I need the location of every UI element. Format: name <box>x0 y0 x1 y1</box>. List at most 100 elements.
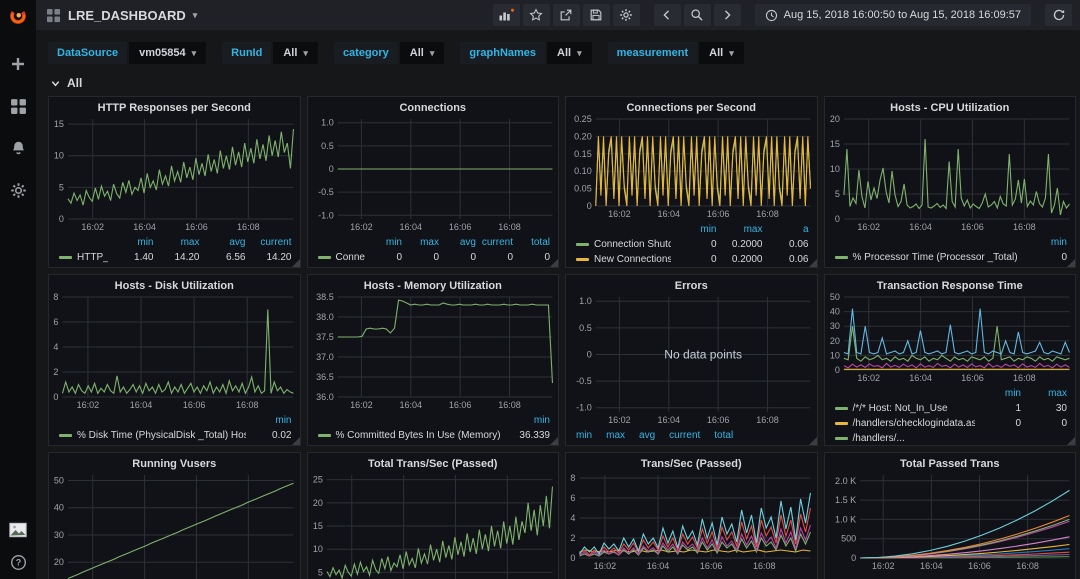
panel-plot[interactable]: 0246816:0216:0416:0616:08 <box>49 293 300 412</box>
star-button[interactable] <box>523 4 550 26</box>
svg-text:30: 30 <box>829 321 839 331</box>
legend-series-toggle[interactable]: /handlers/... <box>835 433 976 444</box>
legend-series-toggle[interactable]: New Connections Host: Not_In_Use <box>576 254 671 265</box>
panel-title[interactable]: Hosts - CPU Utilization <box>825 97 1076 115</box>
svg-text:10: 10 <box>54 151 64 161</box>
sidebar-configuration-button[interactable] <box>9 181 27 199</box>
sidebar-create-button[interactable] <box>9 55 27 73</box>
filter-value-dropdown[interactable]: All▾ <box>547 42 592 64</box>
legend-series-toggle[interactable]: % Disk Time (PhysicalDisk _Total) Host: … <box>59 430 246 441</box>
panel-title[interactable]: Hosts - Disk Utilization <box>49 275 300 293</box>
svg-text:4: 4 <box>53 342 58 352</box>
help-icon: ? <box>10 554 27 571</box>
svg-text:16:06: 16:06 <box>968 561 991 571</box>
save-button[interactable] <box>583 4 610 26</box>
filter-value-dropdown[interactable]: All▾ <box>400 42 445 64</box>
panel-title[interactable]: Total Passed Trans <box>825 453 1076 471</box>
panel-plot[interactable]: 36.036.537.037.538.038.516:0216:0416:061… <box>308 293 559 412</box>
magnifier-icon <box>690 8 704 22</box>
filter-graphnames: graphNamesAll▾ <box>460 42 591 64</box>
svg-text:16:08: 16:08 <box>756 415 779 425</box>
sidebar-help-button[interactable]: ? <box>9 553 27 571</box>
sidebar-alerting-button[interactable] <box>9 139 27 157</box>
time-forward-button[interactable] <box>714 4 741 26</box>
legend-series-toggle[interactable]: Connections Host: Not_In_Use <box>318 252 366 263</box>
panel-resize-handle[interactable] <box>550 259 558 267</box>
svg-text:16:02: 16:02 <box>81 222 104 232</box>
add-panel-button[interactable] <box>493 4 520 26</box>
svg-text:-1.0: -1.0 <box>576 403 592 413</box>
legend-column-header: min <box>576 430 592 441</box>
panel-plot[interactable]: 2030405016:0216:0416:0616:08 <box>49 471 300 579</box>
panel-resize-handle[interactable] <box>1067 259 1075 267</box>
share-button[interactable] <box>553 4 580 26</box>
panel-plot[interactable]: 0102030405016:0216:0416:0616:08 <box>825 293 1076 385</box>
legend-column-header: a <box>763 224 809 235</box>
grafana-logo[interactable] <box>9 7 27 25</box>
panel-title[interactable]: Trans/Sec (Passed) <box>566 453 817 471</box>
legend-series-toggle[interactable]: Connection Shutdowns Host: Not_In_Use <box>576 239 671 250</box>
panel-plot[interactable]: 05101516:0216:0416:0616:08 <box>49 115 300 234</box>
panel-plot[interactable]: 00.050.100.150.200.2516:0216:0416:0616:0… <box>566 115 817 221</box>
panel-title[interactable]: Connections per Second <box>566 97 817 115</box>
filter-value-text: All <box>283 47 297 59</box>
legend-row: % Committed Bytes In Use (Memory) Host: … <box>318 428 551 443</box>
panel-plot[interactable]: 1.00.50-0.5-1.016:0216:0416:0616:08No da… <box>566 293 817 427</box>
panel-grid: HTTP Responses per Second05101516:0216:0… <box>48 96 1076 579</box>
panel-title[interactable]: Errors <box>566 275 817 293</box>
legend-series-toggle[interactable]: /handlers/checklogindata.ashx Host: Not_… <box>835 418 976 429</box>
legend-column-header: min <box>365 237 402 248</box>
svg-text:10: 10 <box>829 164 839 174</box>
filter-value-dropdown[interactable]: vm05854▾ <box>129 42 206 64</box>
time-range-picker[interactable]: Aug 15, 2018 16:00:50 to Aug 15, 2018 16… <box>755 4 1031 26</box>
time-back-button[interactable] <box>654 4 681 26</box>
dashboard-title-button[interactable]: LRE_DASHBOARD ▾ <box>46 8 197 23</box>
svg-text:1.0: 1.0 <box>579 296 592 306</box>
legend-series-toggle[interactable]: /*/* Host: Not_In_Use <box>835 403 976 414</box>
panel-title[interactable]: Connections <box>308 97 559 115</box>
sidebar-dashboards-button[interactable] <box>9 97 27 115</box>
legend-series-toggle[interactable]: HTTP_200 Host: Not_In_Use <box>59 252 108 263</box>
panel-resize-handle[interactable] <box>550 437 558 445</box>
panel-title[interactable]: Transaction Response Time <box>825 275 1076 293</box>
panel-resize-handle[interactable] <box>809 259 817 267</box>
panel-title[interactable]: Hosts - Memory Utilization <box>308 275 559 293</box>
panel-plot[interactable]: 1.00.50-0.5-1.016:0216:0416:0616:08 <box>308 115 559 234</box>
svg-text:50: 50 <box>54 475 64 485</box>
legend-column-header: avg <box>200 237 246 248</box>
filter-value-dropdown[interactable]: All▾ <box>699 42 744 64</box>
legend-row: New Connections Host: Not_In_Use00.20000… <box>576 252 809 267</box>
filter-value-text: vm05854 <box>139 47 186 59</box>
panel-resize-handle[interactable] <box>809 437 817 445</box>
panel-resize-handle[interactable] <box>1067 437 1075 445</box>
refresh-icon <box>1052 8 1066 22</box>
legend-series-toggle[interactable]: % Committed Bytes In Use (Memory) Host: … <box>318 430 505 441</box>
panel-plot[interactable]: 51015202516:0216:0416:0616:08 <box>308 471 559 579</box>
svg-text:16:08: 16:08 <box>498 400 521 410</box>
sidebar-avatar-button[interactable] <box>9 521 27 539</box>
image-icon <box>9 522 27 538</box>
panel-title[interactable]: Running Vusers <box>49 453 300 471</box>
row-toggle-all[interactable]: All <box>36 72 1080 94</box>
panel-plot[interactable]: 05001.0 K1.5 K2.0 K16:0216:0416:0616:08 <box>825 471 1076 573</box>
svg-text:15: 15 <box>829 139 839 149</box>
zoom-out-button[interactable] <box>684 4 711 26</box>
svg-text:16:06: 16:06 <box>448 222 471 232</box>
panel-resize-handle[interactable] <box>292 259 300 267</box>
app-root: ? LRE_DASHBOARD ▾ <box>0 0 1080 579</box>
filter-value-dropdown[interactable]: All▾ <box>273 42 318 64</box>
panel-title[interactable]: HTTP Responses per Second <box>49 97 300 115</box>
legend-series-toggle[interactable]: % Processor Time (Processor _Total) Host… <box>835 252 1022 263</box>
dashboard-settings-button[interactable] <box>613 4 640 26</box>
panel-title[interactable]: Total Trans/Sec (Passed) <box>308 453 559 471</box>
panel-plot[interactable]: 0246816:0216:0416:0616:08 <box>566 471 817 573</box>
legend-stat-value: 0.06 <box>763 254 809 265</box>
panel-resize-handle[interactable] <box>292 437 300 445</box>
svg-text:16:04: 16:04 <box>920 561 943 571</box>
refresh-button[interactable] <box>1045 4 1072 26</box>
panel-plot[interactable]: 0510152016:0216:0416:0616:08 <box>825 115 1076 234</box>
svg-text:16:04: 16:04 <box>657 209 680 219</box>
svg-text:0.25: 0.25 <box>574 115 592 124</box>
panel-legend: min% Committed Bytes In Use (Memory) Hos… <box>308 412 559 443</box>
legend-stat-value: 30 <box>1021 403 1067 414</box>
